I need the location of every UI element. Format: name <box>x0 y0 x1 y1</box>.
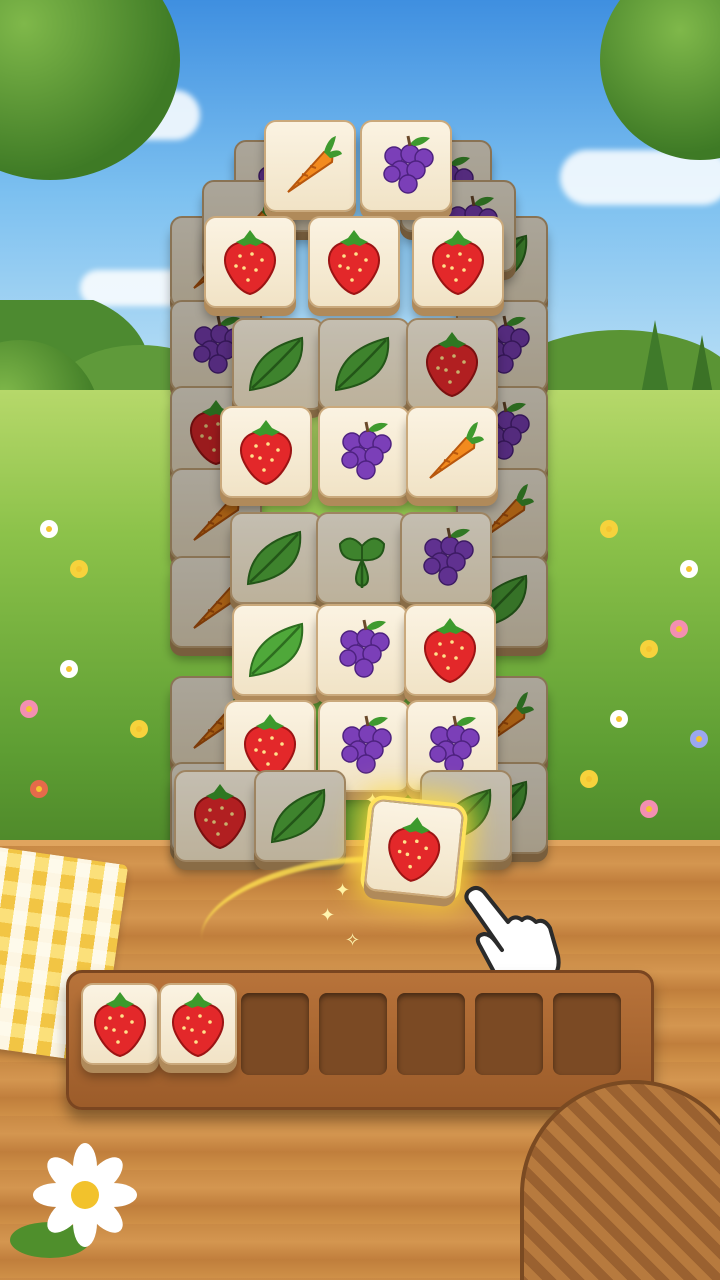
leaf-tile[interactable] <box>232 604 324 696</box>
game-scene: ✦ ✦ ✧ ✦ <box>0 0 720 1280</box>
clover-icon <box>338 537 386 588</box>
flower <box>30 780 48 798</box>
strawberry-tile[interactable] <box>174 770 266 862</box>
carrot-icon <box>287 136 342 193</box>
strawberry-tile[interactable] <box>204 216 296 308</box>
strawberry-icon <box>171 992 225 1058</box>
grapes-tile[interactable] <box>360 120 452 212</box>
empty-tray-slot <box>475 993 543 1075</box>
grapes-icon <box>423 527 474 586</box>
flower <box>670 620 688 638</box>
leaf-tile[interactable] <box>230 512 322 604</box>
flower <box>680 560 698 578</box>
flower <box>60 660 78 678</box>
grapes-icon <box>341 421 392 480</box>
strawberry-icon <box>239 420 293 486</box>
flower <box>610 710 628 728</box>
flower <box>600 520 618 538</box>
strawberry-icon <box>425 332 479 398</box>
flower <box>20 700 38 718</box>
empty-tray-slot <box>241 993 309 1075</box>
sparkle-icon: ✦ <box>335 880 351 901</box>
strawberry-icon <box>327 230 381 296</box>
grapes-icon <box>339 619 390 678</box>
leaf-tile[interactable] <box>318 318 410 410</box>
flower <box>130 720 148 738</box>
grapes-icon <box>383 135 434 194</box>
clover-tile[interactable] <box>316 512 408 604</box>
sparkle-icon: ✦ <box>320 905 336 926</box>
strawberry-tile[interactable] <box>308 216 400 308</box>
carrot-icon <box>429 422 484 479</box>
empty-tray-slot <box>553 993 621 1075</box>
leaf-tile[interactable] <box>254 770 346 862</box>
strawberry-tile[interactable] <box>406 318 498 410</box>
empty-tray-slot <box>397 993 465 1075</box>
grapes-tile[interactable] <box>316 604 408 696</box>
carrot-tile[interactable] <box>264 120 356 212</box>
strawberry-icon <box>423 618 477 684</box>
grapes-tile[interactable] <box>318 406 410 498</box>
strawberry-icon <box>93 992 147 1058</box>
strawberry-tile[interactable] <box>412 216 504 308</box>
empty-tray-slot <box>319 993 387 1075</box>
tile-tray <box>66 970 654 1110</box>
grapes-tile[interactable] <box>400 512 492 604</box>
sparkle-icon: ✧ <box>345 930 361 951</box>
leaf-icon <box>248 336 304 392</box>
flower <box>40 520 58 538</box>
leaf-icon <box>334 336 390 392</box>
tray-slot-strawberry-tile <box>81 983 159 1065</box>
strawberry-icon <box>388 817 441 882</box>
leaf-icon <box>246 530 302 586</box>
tray-slot-strawberry-tile <box>159 983 237 1065</box>
flower <box>580 770 598 788</box>
flower <box>640 640 658 658</box>
leaf-tile[interactable] <box>232 318 324 410</box>
strawberry-icon <box>431 230 485 296</box>
flower <box>690 730 708 748</box>
flower <box>640 800 658 818</box>
strawberry-icon <box>193 784 247 850</box>
strawberry-tile[interactable] <box>220 406 312 498</box>
strawberry-icon <box>223 230 277 296</box>
daisy-flower <box>10 1143 137 1258</box>
carrot-tile[interactable] <box>406 406 498 498</box>
leaf-icon <box>270 788 326 844</box>
flower <box>70 560 88 578</box>
leaf-icon <box>248 622 304 678</box>
strawberry-tile[interactable] <box>404 604 496 696</box>
selected-strawberry-tile[interactable] <box>363 798 465 900</box>
